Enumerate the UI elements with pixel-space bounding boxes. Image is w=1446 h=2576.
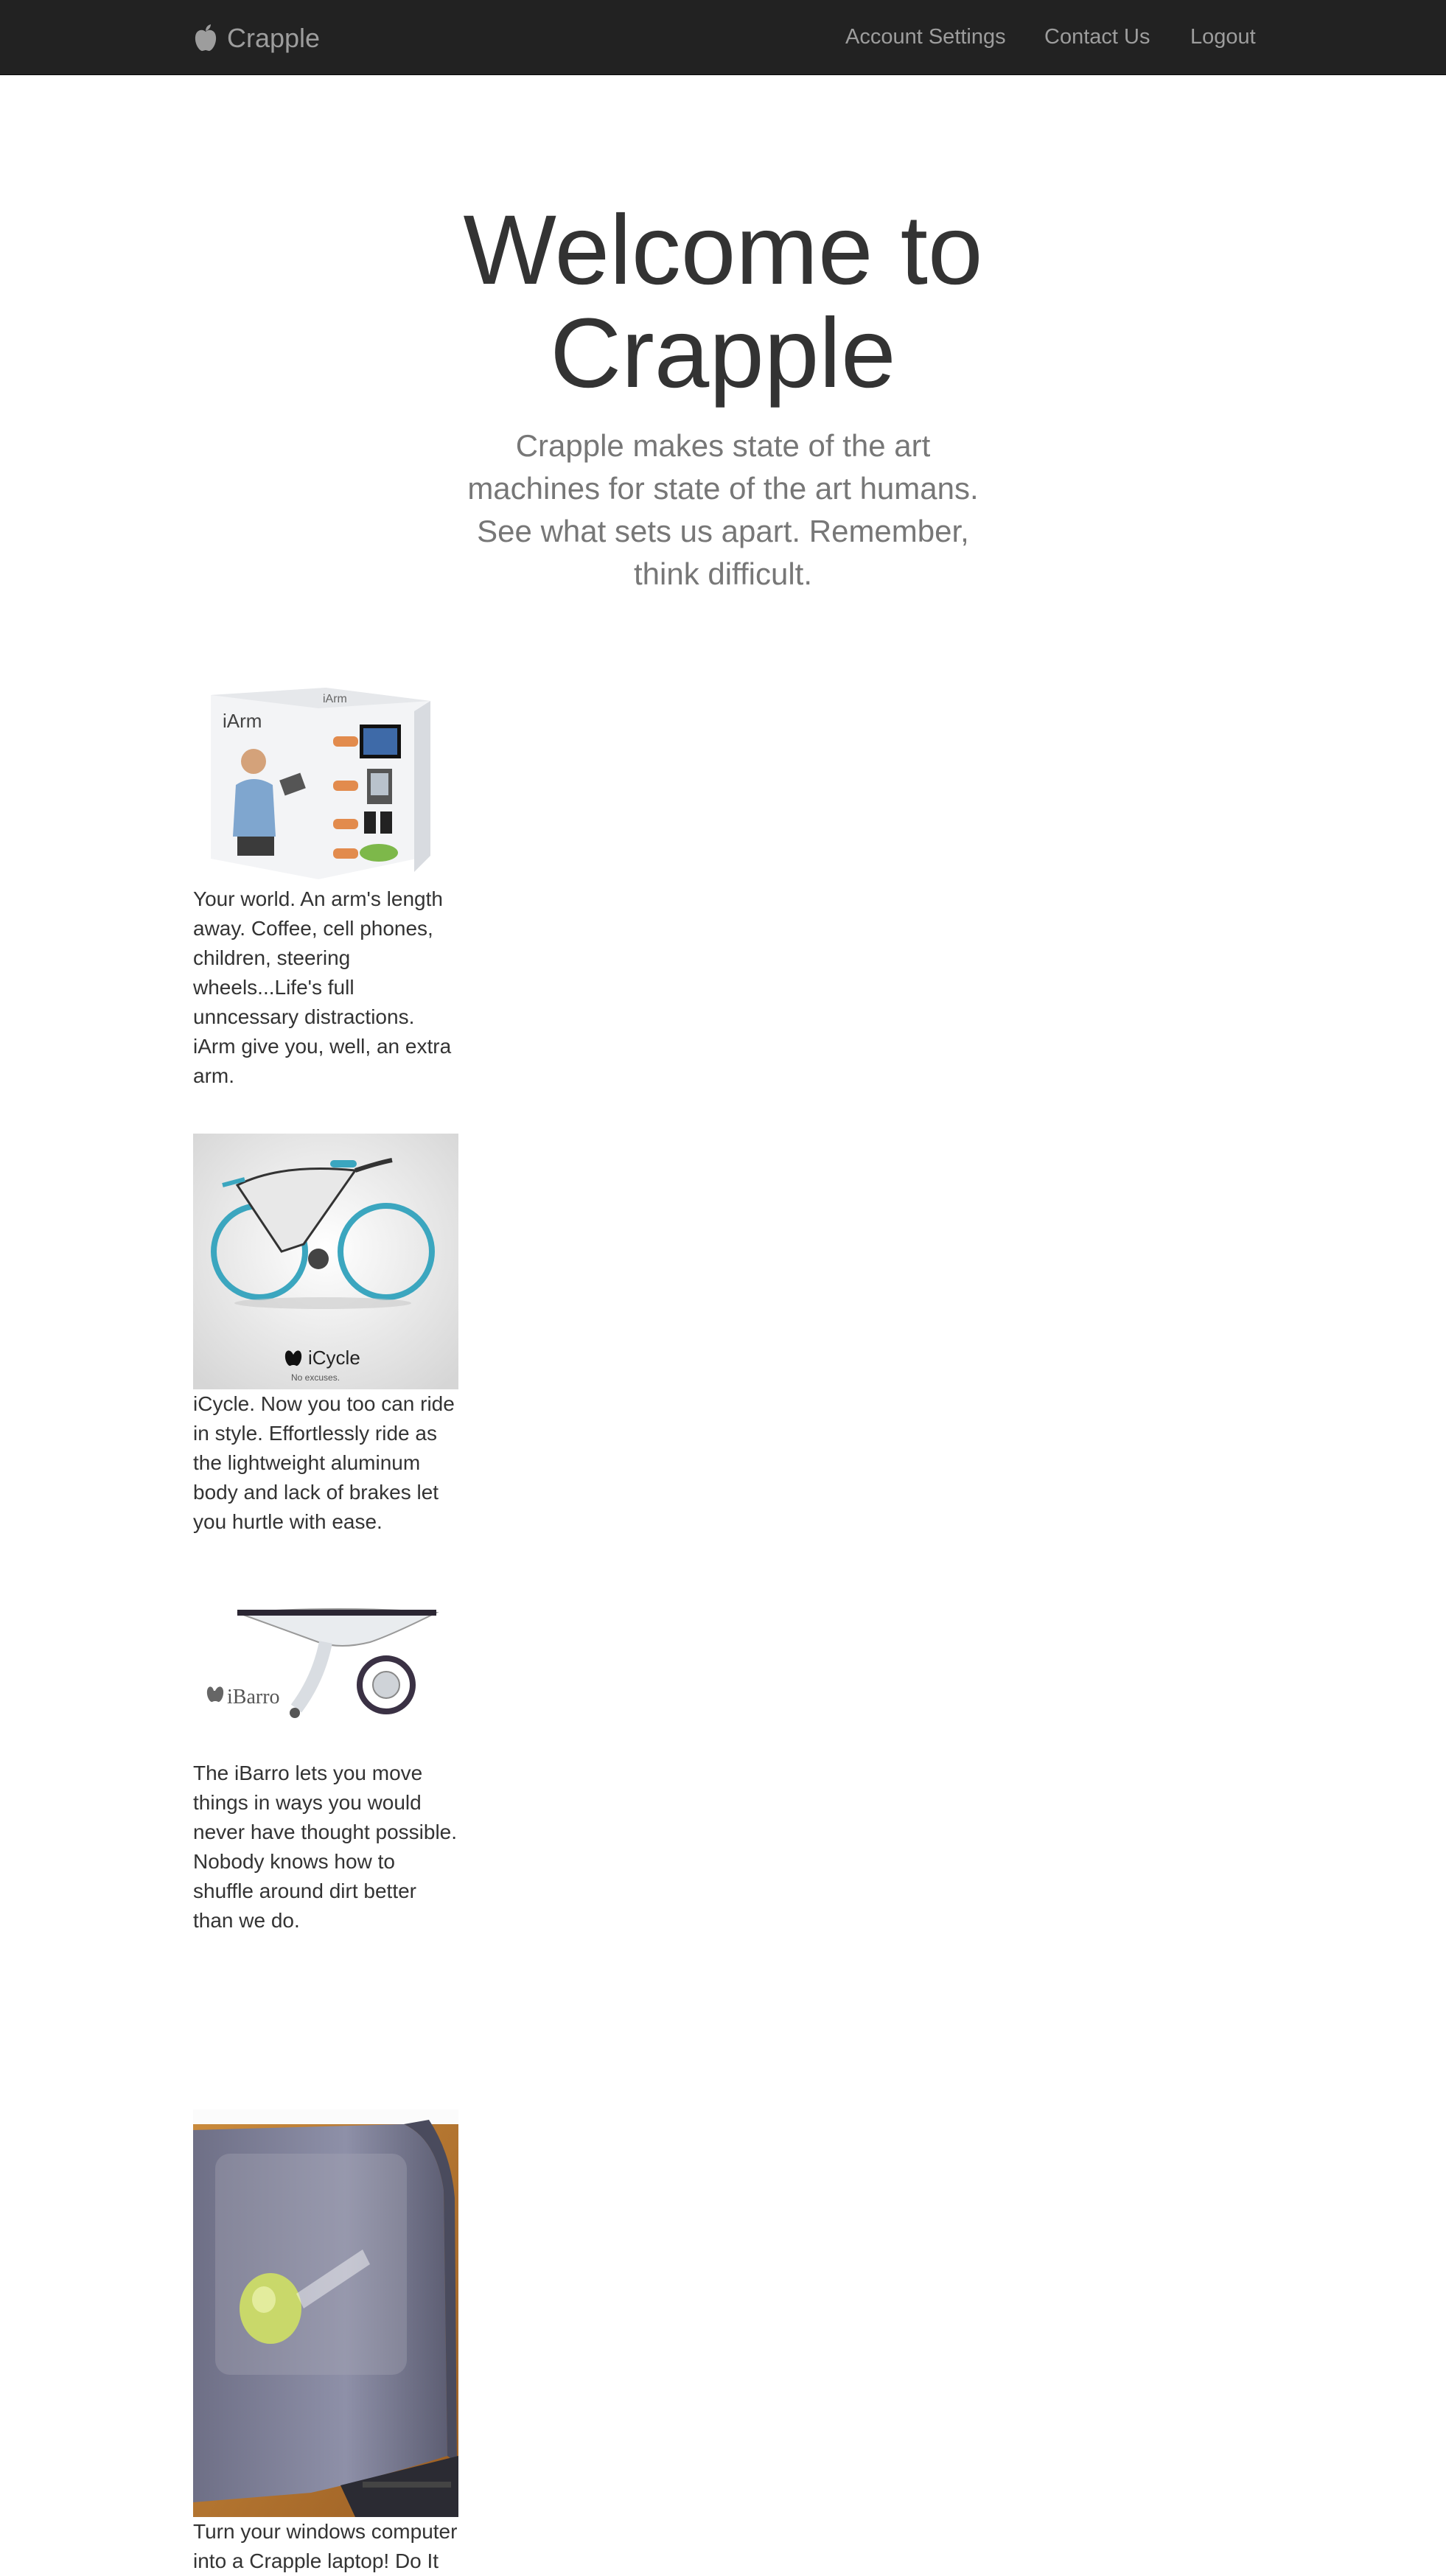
product-card-ibarro: iBarro The iBarro lets you move things i… bbox=[193, 1583, 458, 1936]
product-card-icycle: iCycle No excuses. iCycle. Now you too c… bbox=[193, 1134, 458, 1537]
ibarro-brand-text: iBarro bbox=[227, 1686, 280, 1708]
product-description: Your world. An arm's length away. Coffee… bbox=[193, 887, 452, 1087]
product-description: iCycle. Now you too can ride in style. E… bbox=[193, 1392, 455, 1533]
product-card-iarm: iArm iArm Your world. An arm's length aw… bbox=[193, 682, 458, 1091]
hero-section: Welcome to Crapple Crapple makes state o… bbox=[428, 199, 1018, 596]
icycle-product-image: iCycle No excuses. bbox=[193, 1134, 458, 1389]
icycle-tagline-text: No excuses. bbox=[291, 1372, 340, 1383]
ibarro-product-image: iBarro bbox=[193, 1583, 458, 1747]
top-navbar: Crapple Account Settings Contact Us Logo… bbox=[0, 0, 1446, 75]
product-description: The iBarro lets you move things in ways … bbox=[193, 1762, 458, 1932]
iarm-product-image: iArm iArm bbox=[193, 682, 458, 884]
product-description: Turn your windows computer into a Crappl… bbox=[193, 2520, 458, 2572]
hero-lead: Crapple makes state of the art machines … bbox=[467, 428, 979, 591]
nav-logout-link[interactable]: Logout bbox=[1190, 21, 1256, 53]
hero-title: Welcome to Crapple bbox=[463, 195, 983, 408]
crapple-laptop-product-image bbox=[193, 2109, 458, 2517]
nav-contact-us-link[interactable]: Contact Us bbox=[1044, 21, 1150, 53]
nav-account-settings-link[interactable]: Account Settings bbox=[845, 21, 1006, 53]
iarm-box-logo-text: iArm bbox=[223, 710, 262, 732]
nav-links: Account Settings Contact Us Logout bbox=[0, 21, 1446, 53]
product-card-laptop: Turn your windows computer into a Crappl… bbox=[193, 2109, 458, 2576]
iarm-box-top-text: iArm bbox=[323, 693, 347, 705]
icycle-brand-text: iCycle bbox=[308, 1347, 360, 1369]
